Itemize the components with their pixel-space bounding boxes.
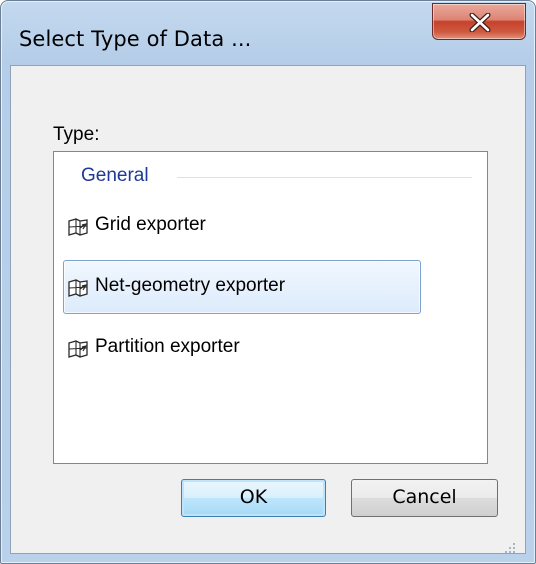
dialog-body: Type: General Grid exporter Net-geometry… xyxy=(10,65,526,554)
title-bar[interactable]: Select Type of Data ... xyxy=(1,1,535,65)
exporter-icon xyxy=(67,339,89,364)
close-icon xyxy=(469,13,491,32)
resize-grip-icon[interactable] xyxy=(503,541,517,555)
exporter-icon xyxy=(67,217,89,242)
list-item-label: Grid exporter xyxy=(95,214,206,235)
cancel-button[interactable]: Cancel xyxy=(351,479,498,517)
dialog-title: Select Type of Data ... xyxy=(19,27,252,51)
list-item-partition-exporter[interactable]: Partition exporter xyxy=(63,321,418,375)
list-item-label: Partition exporter xyxy=(95,336,240,357)
list-item-label: Net-geometry exporter xyxy=(95,275,286,296)
type-label: Type: xyxy=(53,124,100,145)
list-item-grid-exporter[interactable]: Grid exporter xyxy=(63,199,418,253)
list-item-net-geometry-exporter[interactable]: Net-geometry exporter xyxy=(63,260,421,314)
exporter-icon xyxy=(67,278,89,303)
dialog-window: Select Type of Data ... Type: General Gr… xyxy=(0,0,536,564)
close-button[interactable] xyxy=(432,3,526,40)
group-header-general: General xyxy=(81,165,149,186)
type-list[interactable]: General Grid exporter Net-geometry expor… xyxy=(53,151,488,464)
group-divider xyxy=(177,177,472,178)
ok-button[interactable]: OK xyxy=(181,479,326,517)
